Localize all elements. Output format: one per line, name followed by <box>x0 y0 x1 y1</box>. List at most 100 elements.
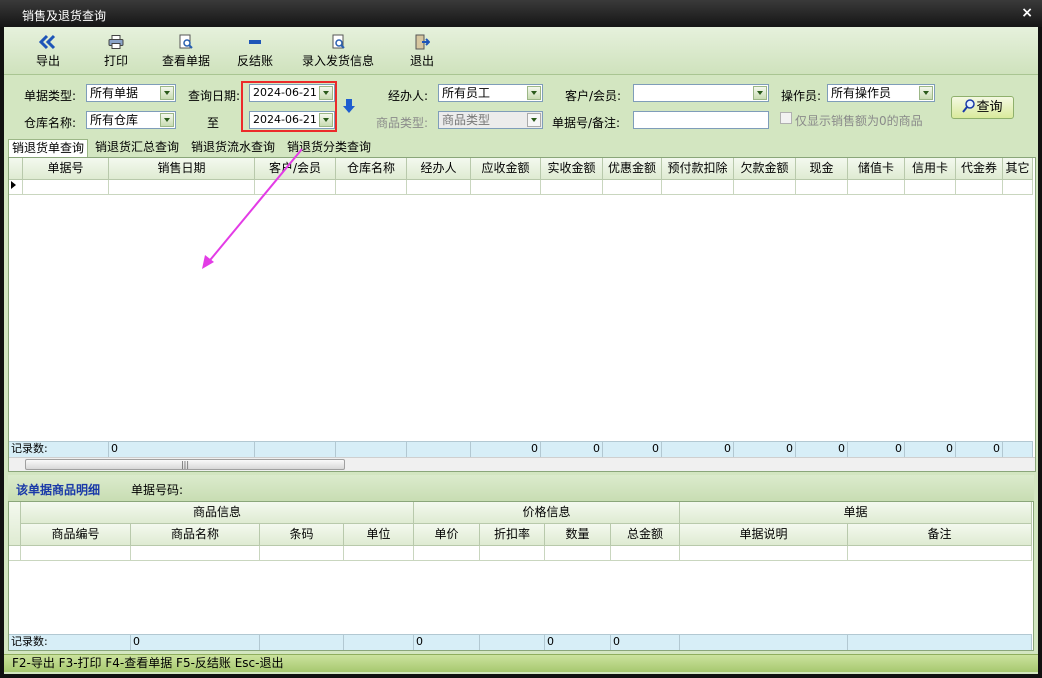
category-select: 商品类型 <box>438 111 543 129</box>
table-cell[interactable] <box>336 180 407 195</box>
column-header[interactable]: 单据号 <box>23 158 109 180</box>
table-cell[interactable] <box>23 180 109 195</box>
column-header[interactable]: 仓库名称 <box>336 158 407 180</box>
chevron-down-icon[interactable] <box>160 86 174 100</box>
footer-value <box>680 634 848 650</box>
table-cell[interactable] <box>905 180 956 195</box>
arrow-down-icon[interactable] <box>342 98 356 114</box>
operator-select[interactable]: 所有操作员 <box>827 84 935 102</box>
table-cell[interactable] <box>680 546 848 561</box>
scrollbar-thumb[interactable]: ||| <box>25 459 345 470</box>
column-header[interactable]: 现金 <box>796 158 848 180</box>
doc-type-value: 所有单据 <box>90 86 139 100</box>
table-cell[interactable] <box>260 546 344 561</box>
column-header[interactable]: 欠款金额 <box>734 158 796 180</box>
column-header[interactable]: 应收金额 <box>471 158 541 180</box>
column-header[interactable]: 单据说明 <box>680 524 848 546</box>
doc-type-label: 单据类型: <box>24 89 77 103</box>
column-header[interactable]: 条码 <box>260 524 344 546</box>
table-cell[interactable] <box>734 180 796 195</box>
footer-value: 0 <box>848 441 905 457</box>
column-header[interactable]: 备注 <box>848 524 1032 546</box>
table-cell[interactable] <box>611 546 680 561</box>
column-header[interactable]: 实收金额 <box>541 158 603 180</box>
column-header[interactable]: 代金券 <box>956 158 1003 180</box>
column-header[interactable]: 折扣率 <box>480 524 545 546</box>
table-cell[interactable] <box>414 546 480 561</box>
docno-input[interactable] <box>633 111 769 129</box>
column-header[interactable]: 预付款扣除 <box>662 158 734 180</box>
column-header[interactable]: 数量 <box>545 524 611 546</box>
column-header[interactable]: 经办人 <box>407 158 471 180</box>
row-indicator-header <box>9 158 23 180</box>
table-cell[interactable] <box>956 180 1003 195</box>
horizontal-scrollbar[interactable]: ||| <box>9 457 1035 471</box>
chevron-down-icon[interactable] <box>919 86 933 100</box>
date-label: 查询日期: <box>188 89 241 103</box>
footer-count-label: 记录数: <box>9 634 131 650</box>
export-label: 导出 <box>35 54 60 68</box>
detail-grid[interactable]: 商品信息 价格信息 单据 商品编号 商品名称 条码 单位 单价 折扣率 数量 总金额 单据说明 备注 记录… <box>8 501 1034 651</box>
handler-label: 经办人: <box>388 89 429 103</box>
table-cell[interactable] <box>1003 180 1033 195</box>
table-cell[interactable] <box>131 546 260 561</box>
export-button[interactable]: 导出 <box>32 34 64 69</box>
chevron-down-icon[interactable] <box>160 113 174 127</box>
docno-label: 单据号/备注: <box>552 116 621 130</box>
client-area: 导出 打印 查看单据 反结账 录入发货信息 退出 单据类型: 所有单据 查询日期… <box>4 27 1038 674</box>
table-cell[interactable] <box>848 546 1032 561</box>
footer-value: 0 <box>131 634 260 650</box>
doc-type-select[interactable]: 所有单据 <box>86 84 176 102</box>
column-header[interactable]: 单价 <box>414 524 480 546</box>
footer-count-label: 记录数: <box>9 441 109 457</box>
column-header[interactable]: 优惠金额 <box>603 158 662 180</box>
table-cell[interactable] <box>480 546 545 561</box>
table-cell[interactable] <box>848 180 905 195</box>
column-header[interactable]: 商品名称 <box>131 524 260 546</box>
table-cell[interactable] <box>545 546 611 561</box>
table-cell[interactable] <box>796 180 848 195</box>
double-chevron-left-icon <box>39 34 56 50</box>
print-button[interactable]: 打印 <box>100 34 132 69</box>
column-header[interactable]: 总金额 <box>611 524 680 546</box>
footer-value: 0 <box>545 634 611 650</box>
detail-docno-label: 单据号码: <box>131 483 184 497</box>
column-header[interactable]: 信用卡 <box>905 158 956 180</box>
column-header[interactable]: 商品编号 <box>21 524 131 546</box>
table-cell[interactable] <box>662 180 734 195</box>
table-cell[interactable] <box>407 180 471 195</box>
view-document-button[interactable]: 查看单据 <box>160 34 212 69</box>
handler-select[interactable]: 所有员工 <box>438 84 543 102</box>
table-cell[interactable] <box>541 180 603 195</box>
table-cell[interactable] <box>344 546 414 561</box>
column-header[interactable]: 单位 <box>344 524 414 546</box>
table-cell[interactable] <box>471 180 541 195</box>
tab-sales-returns-query[interactable]: 销退货单查询 <box>8 139 89 157</box>
table-cell[interactable] <box>21 546 131 561</box>
footer-value <box>344 634 414 650</box>
warehouse-select[interactable]: 所有仓库 <box>86 111 176 129</box>
table-cell[interactable] <box>603 180 662 195</box>
footer-value: 0 <box>956 441 1003 457</box>
customer-select[interactable] <box>633 84 769 102</box>
printer-icon <box>108 35 124 49</box>
chevron-down-icon[interactable] <box>753 86 767 100</box>
row-pointer <box>9 180 23 195</box>
enter-shipping-label: 录入发货信息 <box>301 54 374 68</box>
handler-value: 所有员工 <box>442 86 491 100</box>
column-header[interactable]: 储值卡 <box>848 158 905 180</box>
column-header[interactable]: 其它 <box>1003 158 1033 180</box>
zero-sales-checkbox[interactable] <box>780 112 792 124</box>
status-bar: F2-导出 F3-打印 F4-查看单据 F5-反结账 Esc-退出 <box>4 654 1038 672</box>
exit-button[interactable]: 退出 <box>406 34 438 69</box>
reverse-settlement-button[interactable]: 反结账 <box>234 34 276 69</box>
query-button[interactable]: 查询 <box>951 96 1014 119</box>
enter-shipping-button[interactable]: 录入发货信息 <box>300 34 376 69</box>
chevron-down-icon[interactable] <box>527 86 541 100</box>
close-icon[interactable]: × <box>1021 5 1033 21</box>
tab-summary-query[interactable]: 销退货汇总查询 <box>92 139 182 156</box>
footer-value: 0 <box>471 441 541 457</box>
footer-value <box>407 441 471 457</box>
category-label: 商品类型: <box>376 116 429 130</box>
main-grid[interactable]: 单据号 销售日期 客户/会员 仓库名称 经办人 应收金额 实收金额 优惠金额 预付款扣除 欠款金额… <box>8 157 1036 472</box>
